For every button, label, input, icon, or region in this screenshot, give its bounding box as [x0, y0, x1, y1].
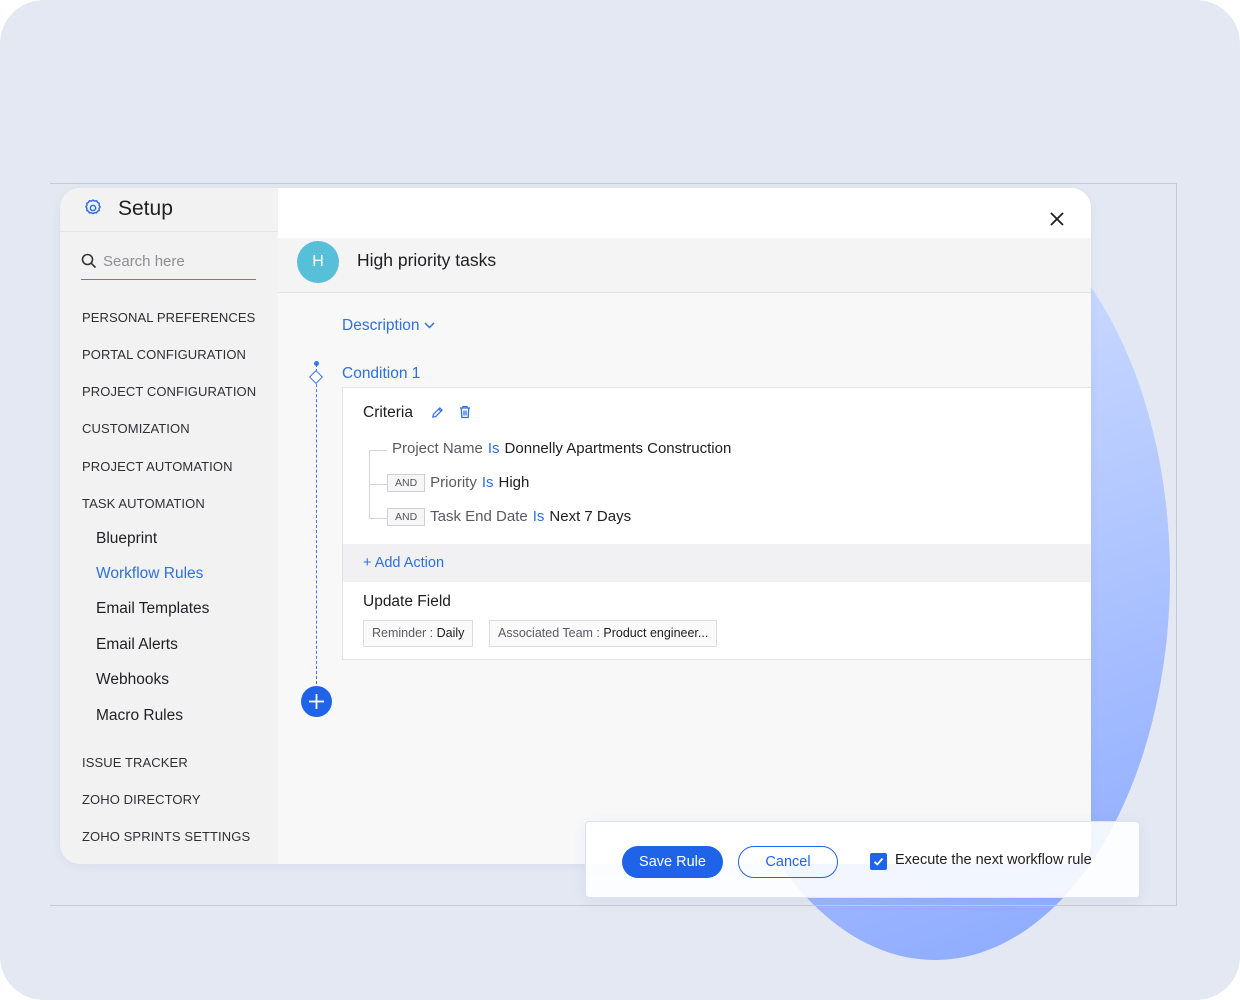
execute-next-checkbox[interactable]	[870, 853, 887, 870]
criteria-row: Project Name Is Donnelly Apartments Constr…	[392, 440, 731, 457]
update-field-title: Update Field	[363, 593, 451, 610]
gear-icon	[85, 199, 101, 215]
nav-customization[interactable]: CUSTOMIZATION	[82, 421, 190, 436]
criteria-tree-branch	[369, 450, 387, 451]
sidebar-item-macro-rules[interactable]: Macro Rules	[96, 707, 183, 725]
nav-issue-tracker[interactable]: ISSUE TRACKER	[82, 755, 188, 770]
nav-zoho-sprints-settings[interactable]: ZOHO SPRINTS SETTINGS	[82, 829, 250, 844]
criteria-tree-branch	[369, 484, 387, 485]
criteria-field: Priority	[430, 474, 477, 491]
search-icon	[81, 253, 97, 269]
criteria-value: Next 7 Days	[549, 508, 632, 525]
save-rule-button[interactable]: Save Rule	[622, 846, 723, 878]
timeline-line	[316, 364, 317, 684]
criteria-value: Donnelly Apartments Construction	[504, 440, 732, 457]
search-box	[81, 246, 256, 280]
cancel-button[interactable]: Cancel	[738, 846, 838, 878]
and-badge: AND	[387, 508, 426, 526]
add-condition-button[interactable]	[301, 686, 332, 717]
rule-header: H High priority tasks	[278, 238, 1091, 293]
chip-key: Associated Team :	[498, 626, 600, 640]
chip-value: Product engineer...	[603, 626, 709, 640]
criteria-field: Project Name	[392, 440, 483, 457]
update-field-chip[interactable]: Associated Team : Product engineer...	[489, 620, 718, 647]
condition-node-icon	[308, 369, 324, 385]
main-panel: H High priority tasks Description Condit…	[278, 188, 1091, 864]
nav-personal-preferences[interactable]: PERSONAL PREFERENCES	[82, 310, 255, 325]
and-badge: AND	[387, 474, 426, 492]
nav-portal-configuration[interactable]: PORTAL CONFIGURATION	[82, 347, 246, 362]
checkmark-icon	[873, 857, 884, 866]
nav-zoho-directory[interactable]: ZOHO DIRECTORY	[82, 792, 201, 807]
description-toggle[interactable]: Description	[342, 317, 435, 335]
nav-project-automation[interactable]: PROJECT AUTOMATION	[82, 459, 233, 474]
search-input[interactable]	[103, 250, 253, 272]
avatar: H	[297, 241, 339, 283]
sidebar-header: Setup	[60, 188, 278, 232]
sidebar-item-workflow-rules[interactable]: Workflow Rules	[96, 565, 203, 583]
criteria-operator: Is	[532, 508, 545, 525]
criteria-title: Criteria	[363, 404, 413, 421]
sidebar-item-email-alerts[interactable]: Email Alerts	[96, 636, 178, 654]
plus-icon	[309, 694, 324, 709]
description-label: Description	[342, 317, 420, 334]
sidebar: Setup PERSONAL PREFERENCES PORTAL CONFIG…	[60, 188, 278, 864]
execute-next-label: Execute the next workflow rule	[895, 852, 1092, 868]
chip-key: Reminder :	[372, 626, 434, 640]
criteria-row: AND Task End Date Is Next 7 Days	[387, 508, 631, 526]
setup-window: Setup PERSONAL PREFERENCES PORTAL CONFIG…	[60, 188, 1091, 864]
condition-label: Condition 1	[342, 365, 421, 382]
criteria-field: Task End Date	[430, 508, 528, 525]
criteria-tree-branch	[369, 518, 387, 519]
top-bar	[278, 188, 1091, 238]
nav-project-configuration[interactable]: PROJECT CONFIGURATION	[82, 384, 256, 399]
criteria-value: High	[498, 474, 530, 491]
criteria-operator: Is	[481, 474, 494, 491]
chevron-down-icon	[424, 322, 435, 329]
trash-icon[interactable]	[459, 405, 471, 419]
criteria-row: AND Priority Is High	[387, 474, 529, 492]
action-bar: Save Rule Cancel Execute the next workfl…	[585, 821, 1140, 898]
add-action-bar: + Add Action	[343, 544, 1091, 582]
add-action-button[interactable]: + Add Action	[363, 555, 444, 571]
rule-title: High priority tasks	[357, 250, 497, 270]
sidebar-item-email-templates[interactable]: Email Templates	[96, 600, 209, 618]
sidebar-item-blueprint[interactable]: Blueprint	[96, 530, 157, 548]
sidebar-title: Setup	[118, 197, 173, 220]
pencil-icon[interactable]	[431, 406, 444, 419]
criteria-operator: Is	[487, 440, 500, 457]
chip-value: Daily	[436, 626, 465, 640]
condition-card: Criteria Project Name Is Donnelly Apartmen…	[342, 387, 1091, 660]
sidebar-item-webhooks[interactable]: Webhooks	[96, 671, 169, 689]
close-icon[interactable]	[1048, 210, 1066, 228]
nav-task-automation[interactable]: TASK AUTOMATION	[82, 496, 205, 511]
update-field-chip[interactable]: Reminder : Daily	[363, 620, 474, 647]
